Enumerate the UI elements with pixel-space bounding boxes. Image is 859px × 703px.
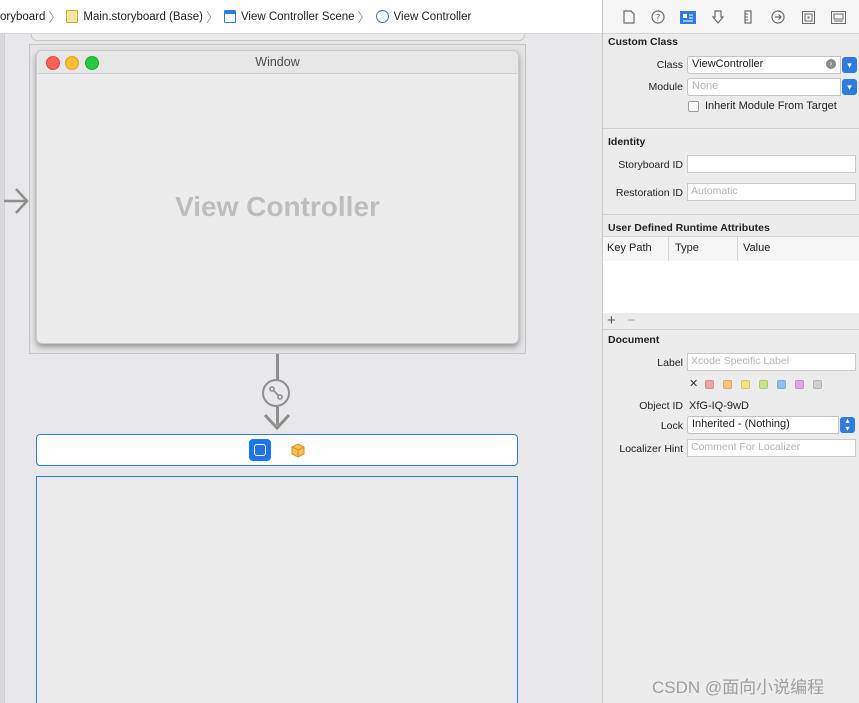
- window-preview[interactable]: Window View Controller: [36, 50, 519, 344]
- storyboard-canvas[interactable]: Window View Controller: [0, 34, 602, 703]
- object-id-label: Object ID: [639, 400, 683, 412]
- watermark: CSDN @面向小说编程: [652, 678, 825, 697]
- column-header-type[interactable]: Type: [675, 242, 699, 254]
- column-header-value[interactable]: Value: [743, 242, 770, 254]
- size-inspector-icon[interactable]: [740, 9, 756, 25]
- color-swatch[interactable]: [813, 380, 822, 389]
- scene-dock[interactable]: [36, 434, 518, 466]
- storyboard-id-label: Storyboard ID: [618, 159, 683, 171]
- inspector-panel: ? Custom Class Class ViewController › ▾ …: [602, 0, 859, 703]
- document-label-field[interactable]: Xcode Specific Label: [687, 353, 856, 371]
- segue-icon[interactable]: [262, 379, 290, 407]
- view-effects-inspector-icon[interactable]: [830, 9, 846, 25]
- document-label-label: Label: [657, 357, 683, 369]
- color-swatch[interactable]: [741, 380, 750, 389]
- entry-point-arrow-icon: [4, 188, 29, 214]
- breadcrumb-label: View Controller Scene: [240, 10, 355, 23]
- clear-color-label-button[interactable]: ✕: [689, 377, 698, 390]
- chevron-right-icon: 〉: [357, 10, 371, 25]
- remove-attribute-button[interactable]: −: [627, 312, 636, 329]
- view-controller-placeholder-label: View Controller: [175, 191, 380, 222]
- inspector-tab-bar: ?: [603, 0, 859, 34]
- column-divider: [668, 237, 669, 261]
- section-divider: [603, 329, 859, 330]
- inherit-module-label: Inherit Module From Target: [705, 100, 837, 112]
- breadcrumb-item-main-storyboard[interactable]: Main.storyboard (Base) 〉: [66, 7, 224, 26]
- add-attribute-button[interactable]: +: [607, 312, 616, 329]
- previous-scene-edge: [31, 34, 525, 41]
- chevron-down-icon: ▾: [847, 60, 852, 70]
- color-swatch[interactable]: [777, 380, 786, 389]
- localizer-hint-label: Localizer Hint: [619, 443, 683, 455]
- file-icon: [66, 10, 79, 23]
- chevron-right-icon: 〉: [48, 10, 62, 25]
- document-section-title: Document: [608, 334, 660, 346]
- breadcrumb: oryboard 〉 Main.storyboard (Base) 〉 View C…: [0, 0, 602, 34]
- color-swatch[interactable]: [723, 380, 732, 389]
- attributes-inspector-icon[interactable]: [710, 9, 726, 25]
- lock-popup[interactable]: Inherited - (Nothing): [687, 416, 839, 434]
- go-to-class-arrow-icon[interactable]: ›: [826, 59, 836, 69]
- chevron-down-icon: ▾: [847, 82, 852, 92]
- view-controller-view[interactable]: [36, 476, 518, 703]
- color-swatch[interactable]: [795, 380, 804, 389]
- section-divider: [603, 128, 859, 129]
- runtime-attributes-section-title: User Defined Runtime Attributes: [608, 222, 770, 234]
- column-header-key-path[interactable]: Key Path: [607, 242, 652, 254]
- restoration-id-field[interactable]: Automatic: [687, 183, 856, 201]
- breadcrumb-item-view-controller[interactable]: View Controller: [375, 10, 472, 23]
- localizer-hint-field[interactable]: Comment For Localizer: [687, 439, 856, 457]
- inherit-module-checkbox[interactable]: [688, 101, 699, 112]
- color-swatch[interactable]: [705, 380, 714, 389]
- lock-value: Inherited - (Nothing): [692, 418, 790, 430]
- segue-line: [276, 354, 279, 380]
- identity-section-title: Identity: [608, 136, 646, 148]
- custom-class-section-title: Custom Class: [608, 36, 679, 48]
- segue-arrow-icon: [263, 413, 291, 431]
- help-icon[interactable]: ?: [650, 9, 666, 25]
- breadcrumb-label: Main.storyboard (Base): [83, 10, 203, 23]
- chevron-right-icon: 〉: [205, 10, 219, 25]
- breadcrumb-label: View Controller: [393, 10, 472, 23]
- lock-label: Lock: [660, 420, 683, 432]
- restoration-id-label: Restoration ID: [615, 187, 683, 199]
- breadcrumb-item-scene[interactable]: View Controller Scene 〉: [223, 7, 376, 26]
- scene-icon: [223, 10, 236, 23]
- svg-text:?: ?: [656, 14, 661, 24]
- runtime-attributes-table[interactable]: [603, 261, 859, 313]
- breadcrumb-item-storyboard[interactable]: oryboard 〉: [0, 7, 66, 26]
- file-inspector-icon[interactable]: [621, 9, 637, 25]
- column-divider: [737, 237, 738, 261]
- section-divider: [603, 214, 859, 215]
- runtime-attributes-header: Key Path Type Value: [603, 236, 859, 262]
- breadcrumb-label: oryboard: [0, 10, 46, 23]
- module-label: Module: [648, 81, 683, 93]
- view-controller-icon: [375, 10, 389, 23]
- window-titlebar: Window: [37, 51, 518, 74]
- color-swatch[interactable]: [759, 380, 768, 389]
- view-controller-icon[interactable]: [249, 439, 271, 461]
- class-field[interactable]: ViewController ›: [687, 56, 841, 74]
- class-value: ViewController: [692, 58, 764, 70]
- window-title: Window: [255, 55, 300, 69]
- class-label: Class: [656, 59, 683, 71]
- lock-stepper-button[interactable]: ▴ ▾: [840, 417, 855, 433]
- connections-inspector-icon[interactable]: [770, 9, 786, 25]
- canvas-gutter: [0, 34, 5, 703]
- bindings-inspector-icon[interactable]: [800, 9, 816, 25]
- class-dropdown-button[interactable]: ▾: [842, 57, 857, 73]
- first-responder-icon[interactable]: [290, 443, 306, 458]
- object-id-value: XfG-IQ-9wD: [689, 400, 749, 412]
- module-dropdown-button[interactable]: ▾: [842, 79, 857, 95]
- chevron-up-down-icon: ▴ ▾: [845, 416, 850, 433]
- identity-inspector-icon[interactable]: [680, 9, 696, 25]
- storyboard-id-field[interactable]: [687, 155, 856, 173]
- module-field[interactable]: None: [687, 78, 841, 96]
